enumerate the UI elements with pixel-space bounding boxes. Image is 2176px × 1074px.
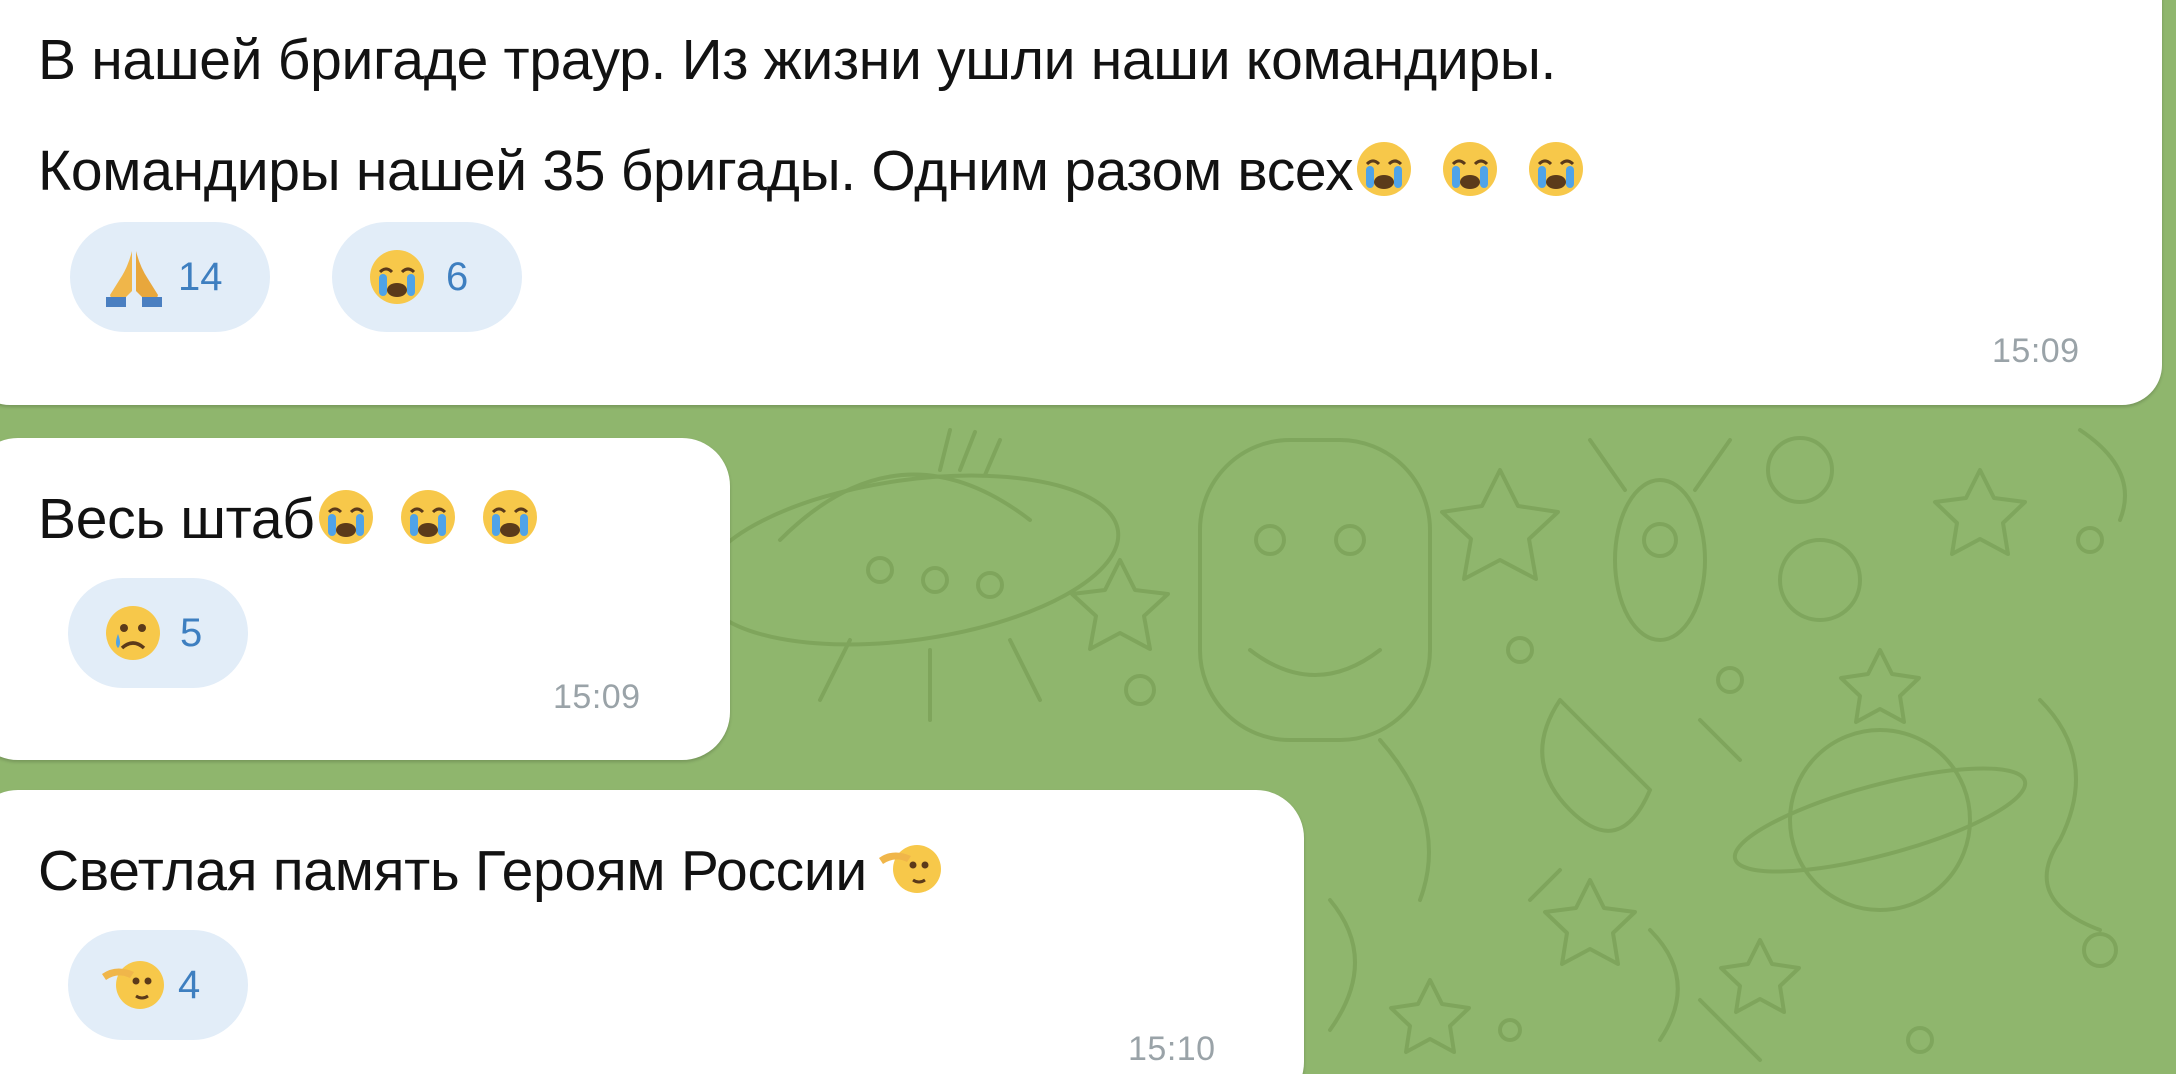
crying-face-icon bbox=[397, 486, 459, 548]
message-text: Весь штаб bbox=[38, 486, 541, 548]
message-bubble[interactable]: В нашей бригаде траур. Из жизни ушли наш… bbox=[0, 0, 2162, 405]
message-text-line: Командиры нашей 35 бригады. Одним разом … bbox=[38, 139, 1354, 203]
reaction-count: 5 bbox=[180, 610, 203, 655]
message-text-line: Светлая память Героям России bbox=[38, 839, 867, 903]
saluting-face-icon bbox=[877, 838, 943, 900]
sad-tear-face-icon bbox=[102, 602, 164, 664]
reaction-chip[interactable]: 6 bbox=[332, 222, 522, 332]
crying-face-icon bbox=[1439, 138, 1501, 200]
chat-area[interactable]: В нашей бригаде траур. Из жизни ушли наш… bbox=[0, 0, 2176, 1074]
message-text: Командиры нашей 35 бригады. Одним разом … bbox=[38, 138, 1587, 200]
message-bubble[interactable]: Светлая память Героям России 4 15:10 bbox=[0, 790, 1304, 1074]
crying-face-icon bbox=[1525, 138, 1587, 200]
reaction-chip[interactable]: 5 bbox=[68, 578, 248, 688]
reaction-chip[interactable]: 14 bbox=[70, 222, 270, 332]
reaction-count: 14 bbox=[178, 254, 223, 299]
message-timestamp: 15:09 bbox=[1992, 332, 2080, 370]
crying-face-icon bbox=[479, 486, 541, 548]
reaction-count: 4 bbox=[178, 962, 201, 1007]
message-timestamp: 15:10 bbox=[1128, 1030, 1216, 1068]
message-text: Светлая память Героям России bbox=[38, 838, 943, 900]
message-text-line: Весь штаб bbox=[38, 487, 315, 551]
folded-hands-icon bbox=[102, 245, 166, 309]
message-timestamp: 15:09 bbox=[553, 678, 641, 716]
reaction-chip[interactable]: 4 bbox=[68, 930, 248, 1040]
reaction-count: 6 bbox=[446, 254, 469, 299]
message-bubble[interactable]: Весь штаб 5 15:09 bbox=[0, 438, 730, 760]
saluting-face-icon bbox=[100, 954, 166, 1016]
message-text: В нашей бригаде траур. Из жизни ушли наш… bbox=[38, 28, 1557, 92]
crying-face-icon bbox=[366, 246, 428, 308]
crying-face-icon bbox=[1353, 138, 1415, 200]
crying-face-icon bbox=[315, 486, 377, 548]
